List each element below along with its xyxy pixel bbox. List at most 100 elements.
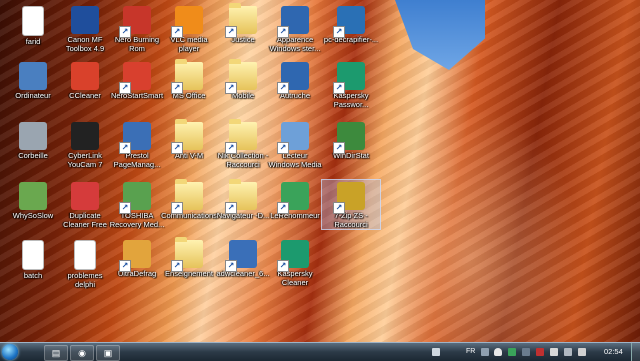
folder-icon bbox=[171, 237, 203, 272]
desktop-icon-label: Duplicate Cleaner Free bbox=[63, 212, 107, 229]
tray-app-icon[interactable] bbox=[522, 348, 530, 356]
youcam-icon bbox=[71, 122, 99, 150]
desktop-icon-label: Nero Burning Rom bbox=[114, 36, 160, 53]
desktop-icon-label: LeRenommeur bbox=[270, 212, 320, 220]
desktop-icon-windirstat[interactable]: WinDirStat bbox=[322, 120, 380, 161]
taskbar-save-button[interactable]: ▣ bbox=[96, 345, 120, 361]
volume-icon[interactable] bbox=[578, 348, 586, 356]
desktop-icon-prestol[interactable]: Prestol PageManag... bbox=[108, 120, 166, 169]
desktop-icon-folder[interactable]: Justice bbox=[214, 3, 272, 45]
keyboard-icon[interactable] bbox=[432, 348, 440, 356]
desktop-icon-media-player[interactable]: Lecteur Windows Media bbox=[266, 120, 324, 169]
desktop-icon-doc[interactable]: batch bbox=[4, 238, 62, 281]
desktop-icon-folder[interactable]: Anti V-M bbox=[160, 119, 218, 161]
pc-decrapifier-icon bbox=[333, 6, 365, 38]
windirstat-icon bbox=[333, 122, 365, 154]
desktop-icon-nero[interactable]: Nero Burning Rom bbox=[108, 4, 166, 53]
desktop-icon-label: Prestol PageManag... bbox=[113, 152, 161, 169]
desktop-icon-label: Canon MF Toolbox 4.9 bbox=[65, 36, 105, 53]
desktop-icon-label: Enseignement bbox=[165, 270, 213, 278]
desktop-icon-label: pc-decrapifier-... bbox=[323, 36, 379, 44]
kaspersky-icon bbox=[277, 240, 309, 272]
desktop-icon-ultradefrag[interactable]: UltraDefrag bbox=[108, 238, 166, 279]
wallpaper-sky bbox=[395, 0, 485, 70]
kaspersky-icon bbox=[333, 62, 365, 94]
adwcleaner-icon bbox=[225, 240, 257, 272]
vlc-icon bbox=[171, 6, 203, 38]
desktop-icon-recycle-bin[interactable]: Corbeille bbox=[4, 120, 62, 161]
desktop-icon-label: Communications bbox=[161, 212, 217, 220]
shield-icon[interactable] bbox=[494, 348, 502, 356]
desktop-icon-folder[interactable]: Navigateur -D... bbox=[214, 179, 272, 221]
desktop-icon-folder[interactable]: Communications bbox=[160, 179, 218, 221]
desktop-icon-kaspersky[interactable]: Kaspersky Cleaner bbox=[266, 238, 324, 287]
battery-icon[interactable] bbox=[564, 348, 572, 356]
desktop-icon-label: batch bbox=[23, 272, 43, 280]
desktop-icon-doc[interactable]: problemes delphi bbox=[56, 238, 114, 289]
nero-smart-icon bbox=[119, 62, 151, 94]
language-indicator[interactable]: FR bbox=[466, 343, 475, 361]
desktop-icon-autruche[interactable]: Autruche bbox=[266, 60, 324, 101]
folder-icon bbox=[225, 119, 257, 154]
taskbar-chrome-button[interactable]: ◉ bbox=[70, 345, 94, 361]
desktop-icon-canon[interactable]: Canon MF Toolbox 4.9 bbox=[56, 4, 114, 53]
ccleaner-icon bbox=[71, 62, 99, 90]
desktop-icon-label: UltraDefrag bbox=[117, 270, 157, 278]
desktop-icon-whysoslow[interactable]: WhySoSlow bbox=[4, 180, 62, 221]
desktop-icon-kaspersky[interactable]: Kaspersky Passwor... bbox=[322, 60, 380, 109]
desktop-icon-folder[interactable]: MS Office bbox=[160, 59, 218, 101]
desktop-icon-label: NeroStartSmart bbox=[110, 92, 164, 100]
prestol-icon bbox=[119, 122, 151, 154]
desktop-icon-label: Autruche bbox=[279, 92, 311, 100]
taskbar: ▤ ◉ ▣ FR 02:54 bbox=[0, 342, 640, 361]
clock[interactable]: 02:54 bbox=[604, 343, 623, 361]
desktop-icon-label: WinDirStat bbox=[333, 152, 369, 160]
desktop-icon-youcam[interactable]: CyberLink YouCam 7 bbox=[56, 120, 114, 169]
nero-icon bbox=[119, 6, 151, 38]
desktop-icon-windows-app[interactable]: Apparence Windows ster... bbox=[266, 4, 324, 53]
toshiba-icon bbox=[119, 182, 151, 214]
desktop-icon-label: WhySoSlow bbox=[12, 212, 54, 220]
start-button[interactable] bbox=[2, 344, 18, 360]
network-icon[interactable] bbox=[550, 348, 558, 356]
desktop-icon-nero-smart[interactable]: NeroStartSmart bbox=[108, 60, 166, 101]
desktop-icon-label: Kaspersky Passwor... bbox=[333, 92, 369, 109]
desktop-icon-label: CyberLink YouCam 7 bbox=[67, 152, 103, 169]
desktop-icon-pc-decrapifier[interactable]: pc-decrapifier-... bbox=[322, 4, 380, 45]
desktop-icon-ccleaner[interactable]: CCleaner bbox=[56, 60, 114, 101]
autruche-icon bbox=[277, 62, 309, 94]
desktop-icon-renommeur[interactable]: LeRenommeur bbox=[266, 180, 324, 221]
desktop-icon-folder[interactable]: Enseignement bbox=[160, 237, 218, 279]
ultradefrag-icon bbox=[119, 240, 151, 272]
save-icon: ▣ bbox=[103, 348, 113, 358]
folder-icon bbox=[171, 179, 203, 214]
desktop-icon-folder[interactable]: Mobile bbox=[214, 59, 272, 101]
chrome-icon: ◉ bbox=[78, 348, 86, 358]
renommeur-icon bbox=[277, 182, 309, 214]
desktop-icon-label: MS Office bbox=[172, 92, 206, 100]
desktop-icon-label: farid bbox=[25, 38, 41, 46]
tray-arrow-icon[interactable] bbox=[481, 348, 489, 356]
computer-icon bbox=[19, 62, 47, 90]
taskbar-explorer-button[interactable]: ▤ bbox=[44, 345, 68, 361]
doc-icon bbox=[22, 6, 44, 36]
desktop-icon-duplicate[interactable]: Duplicate Cleaner Free bbox=[56, 180, 114, 229]
desktop-icon-label: Justice bbox=[231, 36, 255, 44]
desktop-icon-vlc[interactable]: VLC media player bbox=[160, 4, 218, 53]
warning-flag-icon[interactable] bbox=[536, 348, 544, 356]
desktop-icon-toshiba[interactable]: TOSHIBA Recovery Med... bbox=[108, 180, 166, 229]
kaspersky-tray-icon[interactable] bbox=[508, 348, 516, 356]
folder-icon bbox=[225, 179, 257, 214]
desktop-icon-label: VLC media player bbox=[170, 36, 208, 53]
doc-icon bbox=[74, 240, 96, 270]
desktop-icon-computer[interactable]: Ordinateur bbox=[4, 60, 62, 101]
desktop-icon-adwcleaner[interactable]: adwcleaner_6... bbox=[214, 238, 272, 279]
desktop-icon-folder[interactable]: Nik Collection - Raccourci bbox=[214, 119, 272, 169]
explorer-icon: ▤ bbox=[51, 348, 61, 358]
show-desktop-button[interactable] bbox=[631, 343, 640, 361]
desktop-icon-7zip[interactable]: 7-Zip ZS - Raccourci bbox=[321, 179, 381, 230]
desktop-icon-label: CCleaner bbox=[69, 92, 101, 100]
desktop-icon-label: problemes delphi bbox=[67, 272, 103, 289]
desktop-icon-doc[interactable]: farid bbox=[4, 4, 62, 47]
media-player-icon bbox=[277, 122, 309, 154]
